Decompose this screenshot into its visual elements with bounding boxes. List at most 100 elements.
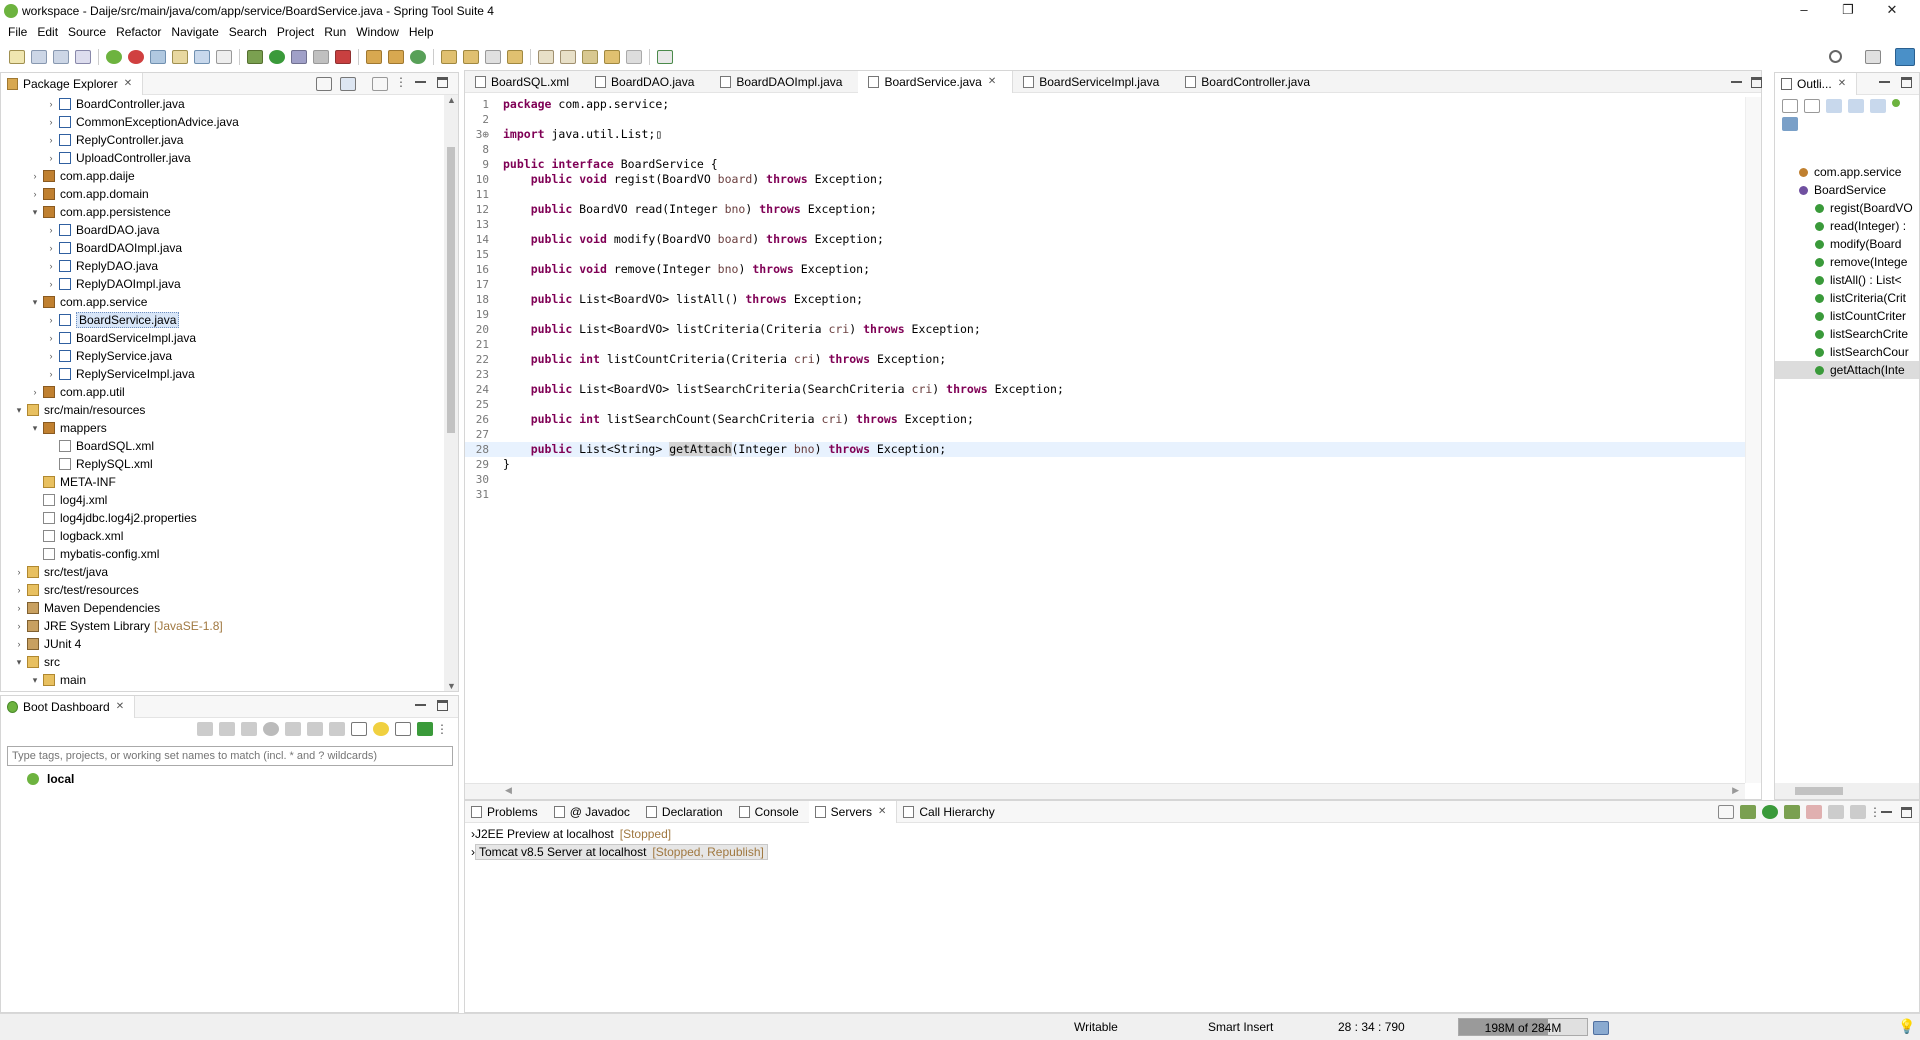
debug-icon[interactable] [247,50,263,64]
tab-outline[interactable]: Outli... ✕ [1775,72,1858,95]
tree-item[interactable]: ▾ com.app.persistence [1,203,444,221]
code-line[interactable]: 25 [465,397,1761,412]
expanded-icon[interactable]: ▾ [29,297,41,308]
outline-item[interactable]: com.app.service [1775,163,1919,181]
close-icon[interactable]: ✕ [878,806,886,817]
menu-help[interactable]: Help [409,25,434,39]
outline-item[interactable]: getAttach(Inte [1775,361,1919,379]
code-line[interactable]: 30 [465,472,1761,487]
collapsed-icon[interactable]: › [29,171,41,181]
tree-item[interactable]: › ReplyServiceImpl.java [1,365,444,383]
open-console-icon[interactable] [307,722,323,736]
expanded-icon[interactable]: ▾ [29,675,41,686]
code-line[interactable]: 15 [465,247,1761,262]
maximize-icon[interactable] [437,77,448,88]
tree-item[interactable]: › ReplyService.java [1,347,444,365]
block-selection-icon[interactable] [194,50,210,64]
collapsed-icon[interactable]: › [13,639,25,649]
tree-item[interactable]: META-INF [1,473,444,491]
forward-icon[interactable] [626,50,642,64]
editor-tab[interactable]: BoardDAOImpl.java [710,71,858,93]
stop-server-icon[interactable] [1806,805,1822,819]
boot-dashboard-icon[interactable] [106,50,122,64]
scroll-right-icon[interactable]: ▶ [1732,785,1739,796]
editor-vscrollbar[interactable] [1745,97,1761,783]
tree-item[interactable]: › Maven Dependencies [1,599,444,617]
open-browser-icon[interactable] [285,722,301,736]
tree-item[interactable]: ▾ main [1,671,444,689]
new-java-icon[interactable] [410,50,426,64]
filter-icon[interactable] [372,77,388,91]
outline-item[interactable]: regist(BoardVO [1775,199,1919,217]
code-line[interactable]: 16 public void remove(Integer bno) throw… [465,262,1761,277]
editor-tab[interactable]: BoardDAO.java [585,71,710,93]
minimize-icon[interactable] [415,77,426,83]
collapsed-icon[interactable]: › [29,387,41,397]
expanded-icon[interactable]: ▾ [13,657,25,668]
collapsed-icon[interactable]: › [45,225,57,235]
expanded-icon[interactable]: ▾ [13,405,25,416]
new-icon[interactable] [9,50,25,64]
tree-item[interactable]: ▾ mappers [1,419,444,437]
collapsed-icon[interactable]: › [45,261,57,271]
annotation-icon[interactable] [507,50,523,64]
close-icon[interactable]: ✕ [124,78,132,89]
close-icon[interactable]: ✕ [116,701,124,712]
link-editor-icon[interactable] [1782,117,1798,131]
minimize-icon[interactable] [1879,77,1890,83]
code-line[interactable]: 18 public List<BoardVO> listAll() throws… [465,292,1761,307]
maximize-icon[interactable] [1901,807,1912,818]
code-line[interactable]: 10 public void regist(BoardVO board) thr… [465,172,1761,187]
search-icon[interactable] [485,50,501,64]
editor-tab[interactable]: BoardController.java [1175,71,1326,93]
tree-item[interactable]: ▾ src [1,653,444,671]
collapse-icon[interactable] [1718,805,1734,819]
view-menu-icon[interactable]: ⋮ [395,75,407,89]
tree-item[interactable]: › com.app.domain [1,185,444,203]
boot-dashboard-filter-input[interactable] [7,746,453,766]
minimize-icon[interactable] [415,700,426,706]
collapsed-icon[interactable]: › [45,369,57,379]
tree-item[interactable]: › com.app.util [1,383,444,401]
start-server-icon[interactable] [1762,805,1778,819]
new-package-icon[interactable] [366,50,382,64]
bottom-tab[interactable]: Console [733,801,809,823]
tree-item[interactable]: › JRE System Library [JavaSE-1.8] [1,617,444,635]
tree-item[interactable]: › ReplyDAO.java [1,257,444,275]
collapsed-icon[interactable]: › [45,99,57,109]
edit-icon[interactable] [329,722,345,736]
code-line[interactable]: 17 [465,277,1761,292]
collapsed-icon[interactable]: › [45,315,57,325]
expanded-icon[interactable]: ▾ [29,423,41,434]
open-type-icon[interactable] [150,50,166,64]
stop-icon[interactable] [313,50,329,64]
tab-boot-dashboard[interactable]: Boot Dashboard ✕ [1,695,136,718]
console-icon[interactable] [75,50,91,64]
scroll-left-icon[interactable]: ◀ [505,785,512,796]
code-line[interactable]: 2 [465,112,1761,127]
tree-item[interactable]: › src/test/resources [1,581,444,599]
tab-package-explorer[interactable]: Package Explorer ✕ [1,72,144,95]
hide-local-types-icon[interactable] [1892,99,1900,107]
outline-item[interactable]: modify(Board [1775,235,1919,253]
add-icon[interactable] [417,722,433,736]
tip-bulb-icon[interactable]: 💡 [1898,1018,1915,1035]
hide-fields-icon[interactable] [1826,99,1842,113]
collapsed-icon[interactable]: › [45,279,57,289]
maximize-icon[interactable] [1901,77,1912,88]
previous-annotation-icon[interactable] [560,50,576,64]
menu-window[interactable]: Window [356,25,399,39]
tree-item[interactable]: › UploadController.java [1,149,444,167]
scroll-up-icon[interactable]: ▲ [447,95,456,105]
minimize-icon[interactable] [1881,807,1892,813]
close-icon[interactable]: ✕ [988,76,996,87]
back-icon[interactable] [604,50,620,64]
code-line[interactable]: 1 package com.app.service; [465,97,1761,112]
last-edit-icon[interactable] [582,50,598,64]
tree-item[interactable]: › JUnit 4 [1,635,444,653]
tree-item[interactable]: › src/test/java [1,563,444,581]
save-all-icon[interactable] [53,50,69,64]
restart-icon[interactable] [219,722,235,736]
code-line[interactable]: 3⊕ import java.util.List;▯ [465,127,1761,142]
collapsed-icon[interactable]: › [45,117,57,127]
